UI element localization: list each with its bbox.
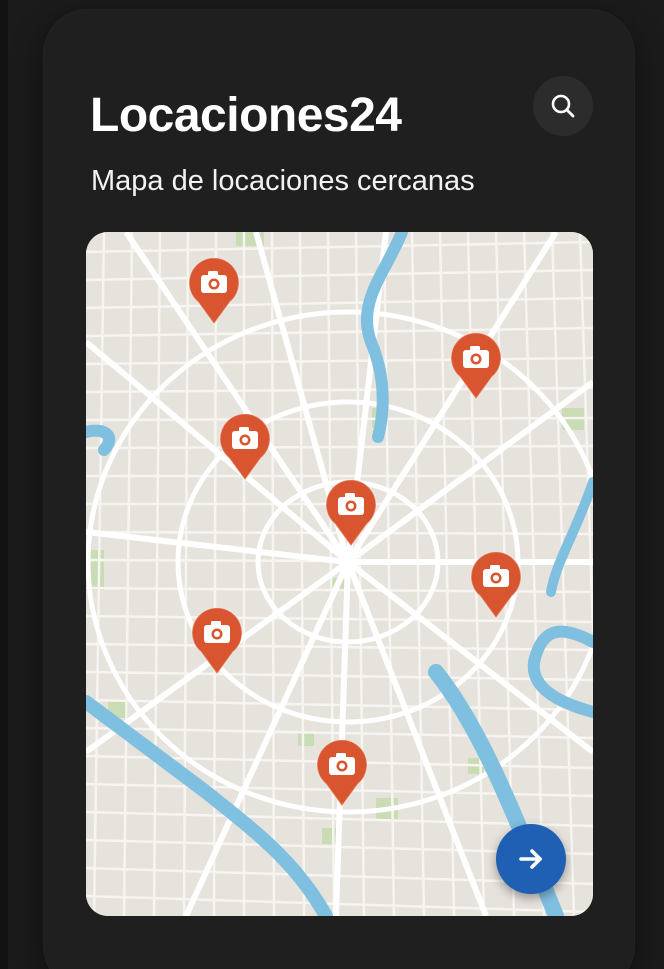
search-button[interactable] (533, 76, 593, 136)
camera-pin-icon (450, 332, 502, 401)
arrow-right-icon (519, 849, 542, 869)
search-icon (551, 94, 575, 118)
map-pin-1[interactable] (188, 257, 240, 326)
map-pin-7[interactable] (316, 739, 368, 808)
camera-pin-icon (325, 479, 377, 548)
app-title: Locaciones24 (90, 89, 402, 142)
map-pin-2[interactable] (219, 413, 271, 482)
camera-pin-icon (470, 551, 522, 620)
camera-pin-icon (316, 739, 368, 808)
map-pin-3[interactable] (325, 479, 377, 548)
page-subtitle: Mapa de locaciones cercanas (91, 165, 475, 197)
camera-pin-icon (219, 413, 271, 482)
camera-pin-icon (191, 607, 243, 676)
app-screen: Locaciones24 Mapa de locaciones cercanas (0, 0, 664, 969)
map-pin-6[interactable] (191, 607, 243, 676)
map-pin-4[interactable] (450, 332, 502, 401)
map-view[interactable] (86, 232, 593, 916)
background-strip (0, 0, 8, 969)
map-pin-5[interactable] (470, 551, 522, 620)
camera-pin-icon (188, 257, 240, 326)
next-button[interactable] (496, 824, 566, 894)
